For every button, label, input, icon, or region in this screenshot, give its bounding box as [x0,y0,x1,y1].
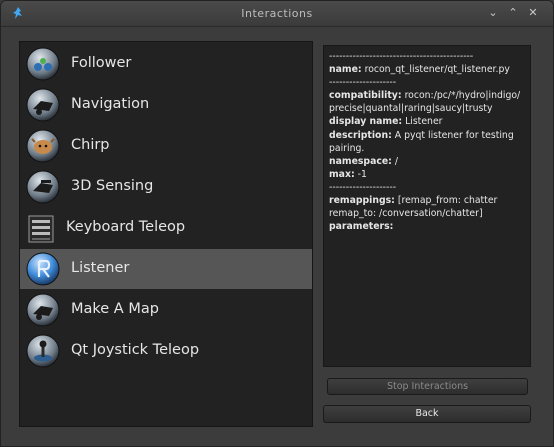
stop-interactions-button[interactable]: Stop Interactions [327,378,528,395]
back-button[interactable]: Back [323,405,531,423]
detail-key: remappings: [329,195,395,207]
detail-value: -1 [357,168,367,180]
keyboard-teleop-icon [28,215,54,243]
detail-key: max: [329,168,355,180]
separator: -------------------- [329,181,397,193]
follower-icon [26,47,60,81]
separator: ----------------------------------------… [329,51,474,62]
detail-value: Listener [405,116,443,128]
detail-key: description: [329,129,392,141]
list-item-label: Chirp [71,137,110,153]
detail-value: / [394,155,398,167]
detail-description: description: A pyqt listener for testing… [329,129,526,155]
list-item-make-a-map[interactable]: Make A Map [20,290,312,330]
detail-key: name: [329,64,362,76]
detail-key: compatibility: [329,90,402,102]
detail-key: display name: [329,116,403,128]
close-button[interactable]: ✕ [525,6,541,20]
list-item-qt-joystick-teleop[interactable]: Qt Joystick Teleop [20,331,312,371]
minimize-button[interactable]: ⌄ [485,6,501,20]
chirp-icon [26,129,60,163]
detail-key: parameters: [329,221,394,233]
detail-remappings: remappings: [remap_from: chatter remap_t… [329,194,526,220]
list-item-label: Listener [71,260,130,276]
detail-value: rocon_qt_listener/qt_listener.py [364,64,510,76]
window-title: Interactions [241,7,313,20]
detail-namespace: namespace: / [329,155,526,168]
list-item-keyboard-teleop[interactable]: Keyboard Teleop [20,208,312,248]
list-item-3d-sensing[interactable]: 3D Sensing [20,167,312,207]
detail-key: namespace: [329,155,392,167]
separator: -------------------- [329,77,397,89]
detail-max: max: -1 [329,168,526,181]
list-item-label: Navigation [71,96,150,112]
maximize-button[interactable]: ⌃ [505,6,521,20]
title-bar[interactable]: Interactions ⌄ ⌃ ✕ [1,1,553,27]
joystick-icon [26,334,60,368]
detail-parameters: parameters: [329,220,526,233]
make-a-map-icon [26,293,60,327]
navigation-icon [26,88,60,122]
detail-name: name: rocon_qt_listener/qt_listener.py [329,63,526,76]
list-item-label: 3D Sensing [71,178,154,194]
detail-display-name: display name: Listener [329,115,526,128]
listener-icon [26,252,60,286]
interactions-list: Follower Navigation Chirp 3D Sensing Key… [19,41,313,427]
list-item-follower[interactable]: Follower [20,44,312,84]
interaction-details: -------------------- --------------------… [323,45,531,367]
list-item-label: Keyboard Teleop [66,219,186,235]
interactions-window: Interactions ⌄ ⌃ ✕ Follower Navigation C… [0,0,554,447]
detail-compatibility: compatibility: rocon:/pc/*/hydro|indigo/… [329,89,526,115]
list-item-listener[interactable]: Listener [20,249,312,289]
list-item-label: Qt Joystick Teleop [71,342,200,358]
3d-sensing-icon [26,170,60,204]
list-item-label: Follower [71,55,132,71]
list-item-navigation[interactable]: Navigation [20,85,312,125]
list-item-label: Make A Map [71,301,159,317]
list-item-chirp[interactable]: Chirp [20,126,312,166]
